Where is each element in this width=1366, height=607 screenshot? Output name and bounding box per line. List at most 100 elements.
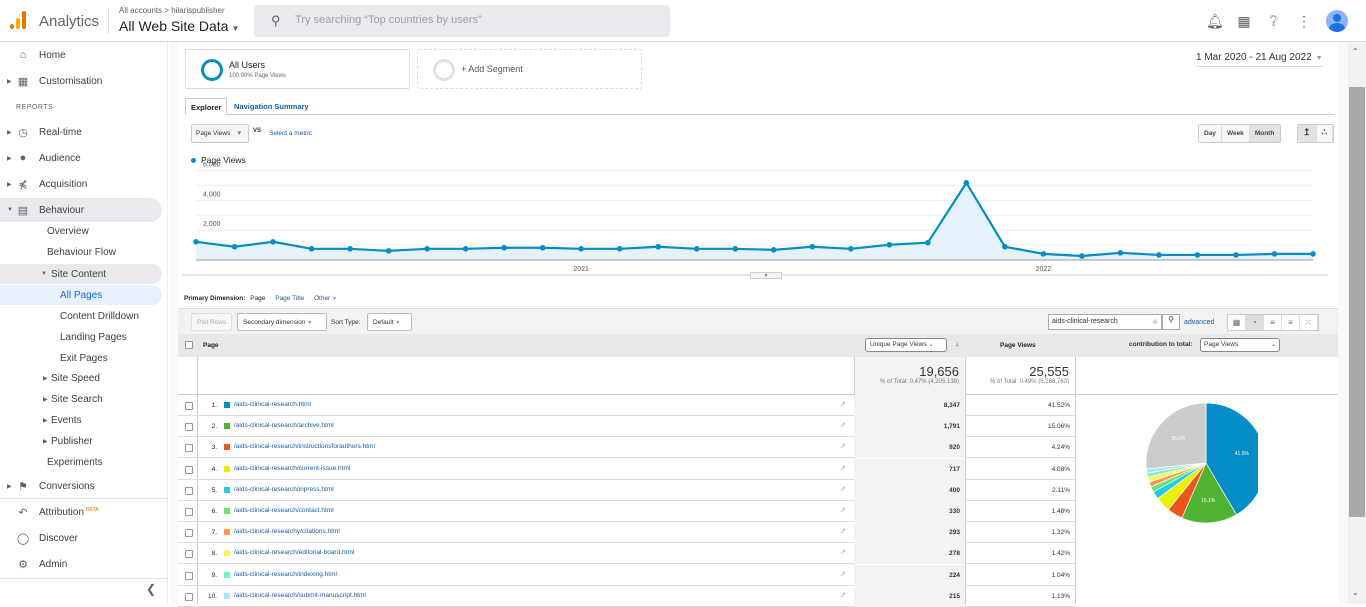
sidebar-item-all-pages[interactable]: All Pages	[0, 285, 162, 305]
scroll-up-icon[interactable]: ⌃	[1352, 47, 1359, 56]
open-external-icon[interactable]: ⇗	[840, 400, 846, 408]
property-selector[interactable]: All Web Site Data ▼	[119, 18, 239, 34]
sidebar-item-conversions[interactable]: ▶ ⚑ Conversions	[0, 474, 162, 498]
help-icon[interactable]: ❔︎	[1266, 13, 1282, 30]
performance-bar-view-icon[interactable]: ≡	[1264, 315, 1282, 330]
row-checkbox[interactable]	[185, 508, 193, 516]
open-external-icon[interactable]: ⇗	[840, 464, 846, 472]
column-page[interactable]: Page	[203, 342, 219, 349]
page-link[interactable]: /aids-clinical-research/instructionsfora…	[234, 443, 375, 450]
advanced-filter-link[interactable]: advanced	[1184, 319, 1214, 326]
open-external-icon[interactable]: ⇗	[840, 421, 846, 429]
sort-type-dropdown[interactable]: Default ▼	[367, 313, 412, 331]
sidebar-item-events[interactable]: ▶ Events	[0, 410, 162, 431]
clear-filter-icon[interactable]: ⊗	[1152, 318, 1158, 326]
sidebar-item-customisation[interactable]: ▶ ▦ Customisation	[0, 69, 162, 93]
term-cloud-view-icon[interactable]: ⁙	[1300, 315, 1318, 330]
open-external-icon[interactable]: ⇗	[840, 527, 846, 535]
line-chart-icon[interactable]: ↥	[1298, 125, 1317, 142]
dimension-page-title[interactable]: Page Title	[275, 295, 304, 302]
secondary-dimension-dropdown[interactable]: Secondary dimension ▼	[237, 313, 327, 331]
analytics-logo[interactable]	[10, 11, 28, 29]
motion-chart-icon[interactable]: ∴	[1316, 125, 1334, 142]
page-link[interactable]: /aids-clinical-research/archive.html	[234, 422, 334, 429]
sidebar-item-site-search[interactable]: ▶ Site Search	[0, 389, 162, 410]
open-external-icon[interactable]: ⇗	[840, 506, 846, 514]
account-avatar[interactable]	[1326, 10, 1348, 32]
sort-desc-icon[interactable]: ↓	[955, 339, 959, 348]
open-external-icon[interactable]: ⇗	[840, 442, 846, 450]
metric-column-dropdown[interactable]: Unique Page Views ⌄	[865, 338, 947, 352]
account-breadcrumb[interactable]: All accounts > hilarispublisher	[119, 6, 225, 15]
row-checkbox[interactable]	[185, 423, 193, 432]
add-segment-button[interactable]: + Add Segment	[417, 49, 642, 89]
row-checkbox[interactable]	[185, 592, 193, 601]
page-scrollbar[interactable]: ⌃ ⌄	[1348, 42, 1366, 604]
sidebar-item-behaviour-flow[interactable]: Behaviour Flow	[0, 242, 162, 263]
sidebar-item-experiments[interactable]: Experiments	[0, 452, 162, 473]
tab-navigation-summary[interactable]: Navigation Summary	[229, 98, 314, 115]
more-vert-icon[interactable]: ⋮	[1296, 13, 1312, 30]
tab-explorer[interactable]: Explorer	[185, 98, 228, 115]
date-range-selector[interactable]: 1 Mar 2020 - 21 Aug 2022 ▼	[1196, 52, 1323, 67]
page-link[interactable]: /aids-clinical-research/contact.html	[234, 507, 334, 514]
page-link[interactable]: /aids-clinical-research/indexing.html	[234, 571, 337, 578]
dimension-other[interactable]: Other ▼	[314, 295, 337, 302]
contribution-dropdown[interactable]: Page Views ⌄	[1200, 338, 1280, 352]
select-all-checkbox[interactable]	[185, 341, 193, 349]
percentage-pie-view-icon[interactable]: ◔	[1246, 315, 1264, 330]
page-link[interactable]: /aids-clinical-research/editorial-board.…	[234, 549, 354, 556]
search-input[interactable]: ⚲ Try searching “Top countries by users”	[254, 5, 670, 37]
metric-dropdown[interactable]: Page Views ▼	[191, 124, 249, 143]
sidebar-item-site-speed[interactable]: ▶ Site Speed	[0, 368, 162, 389]
row-checkbox[interactable]	[185, 402, 193, 410]
row-checkbox[interactable]	[185, 571, 193, 580]
collapse-sidebar-icon[interactable]: ❮	[146, 582, 156, 596]
select-metric-link[interactable]: Select a metric	[269, 130, 312, 137]
segment-all-users[interactable]: All Users 100.00% Page Views	[185, 49, 410, 89]
comparison-view-icon[interactable]: ≡	[1282, 315, 1300, 330]
row-checkbox[interactable]	[185, 444, 193, 453]
filter-search-button[interactable]: ⚲	[1162, 314, 1180, 330]
sidebar-item-audience[interactable]: ▶ ● Audience	[0, 146, 162, 170]
open-external-icon[interactable]: ⇗	[840, 570, 846, 578]
sidebar-item-site-content[interactable]: ▼ Site Content	[0, 264, 162, 284]
sidebar-item-exit-pages[interactable]: Exit Pages	[0, 348, 162, 369]
sidebar-item-acquisition[interactable]: ▶ ⋠ Acquisition	[0, 172, 162, 196]
day-button[interactable]: Day	[1199, 125, 1222, 142]
page-link[interactable]: /aids-clinical-research/submit-manuscrip…	[234, 592, 366, 599]
apps-icon[interactable]: ▦	[1236, 13, 1252, 30]
sidebar-item-publisher[interactable]: ▶ Publisher	[0, 431, 162, 452]
page-link[interactable]: /aids-clinical-research/current-issue.ht…	[234, 465, 350, 472]
week-button[interactable]: Week	[1221, 125, 1250, 142]
plot-rows-button[interactable]: Plot Rows	[191, 313, 233, 331]
bell-icon[interactable]: 🔔︎	[1206, 13, 1224, 30]
row-checkbox[interactable]	[185, 486, 193, 495]
column-page-views[interactable]: Page Views	[1000, 342, 1036, 349]
page-link[interactable]: /aids-clinical-research.html	[234, 401, 311, 408]
row-checkbox[interactable]	[185, 550, 193, 559]
sidebar-item-landing-pages[interactable]: Landing Pages	[0, 327, 162, 348]
scrollbar-thumb[interactable]	[1349, 87, 1365, 517]
row-checkbox[interactable]	[185, 465, 193, 474]
table-filter-input[interactable]: aids-clinical-research ⊗	[1048, 314, 1162, 330]
sidebar-item-realtime[interactable]: ▶ ◷ Real-time	[0, 120, 162, 144]
page-link[interactable]: /aids-clinical-research/inpress.html	[234, 486, 334, 493]
data-table-view-icon[interactable]: ▦	[1228, 315, 1246, 330]
chart-resize-handle[interactable]: ▼	[750, 272, 782, 279]
open-external-icon[interactable]: ⇗	[840, 591, 846, 599]
sidebar-item-behaviour[interactable]: ▼ ▤ Behaviour	[0, 198, 162, 222]
page-link[interactable]: /aids-clinical-researchy/citations.html	[234, 528, 340, 535]
sidebar-item-discover[interactable]: ◯ Discover	[0, 526, 162, 550]
dimension-page[interactable]: Page	[250, 295, 265, 302]
scroll-down-icon[interactable]: ⌄	[1352, 588, 1359, 597]
sidebar-item-content-drilldown[interactable]: Content Drilldown	[0, 306, 162, 327]
open-external-icon[interactable]: ⇗	[840, 548, 846, 556]
sidebar-item-home[interactable]: ⌂ Home	[0, 43, 162, 67]
sidebar-item-admin[interactable]: ⚙ Admin	[0, 552, 162, 576]
sidebar-item-attribution[interactable]: ↶ Attribution BETA	[0, 500, 162, 524]
open-external-icon[interactable]: ⇗	[840, 485, 846, 493]
sidebar-item-overview[interactable]: Overview	[0, 221, 162, 242]
month-button[interactable]: Month	[1249, 125, 1281, 142]
row-checkbox[interactable]	[185, 529, 193, 538]
